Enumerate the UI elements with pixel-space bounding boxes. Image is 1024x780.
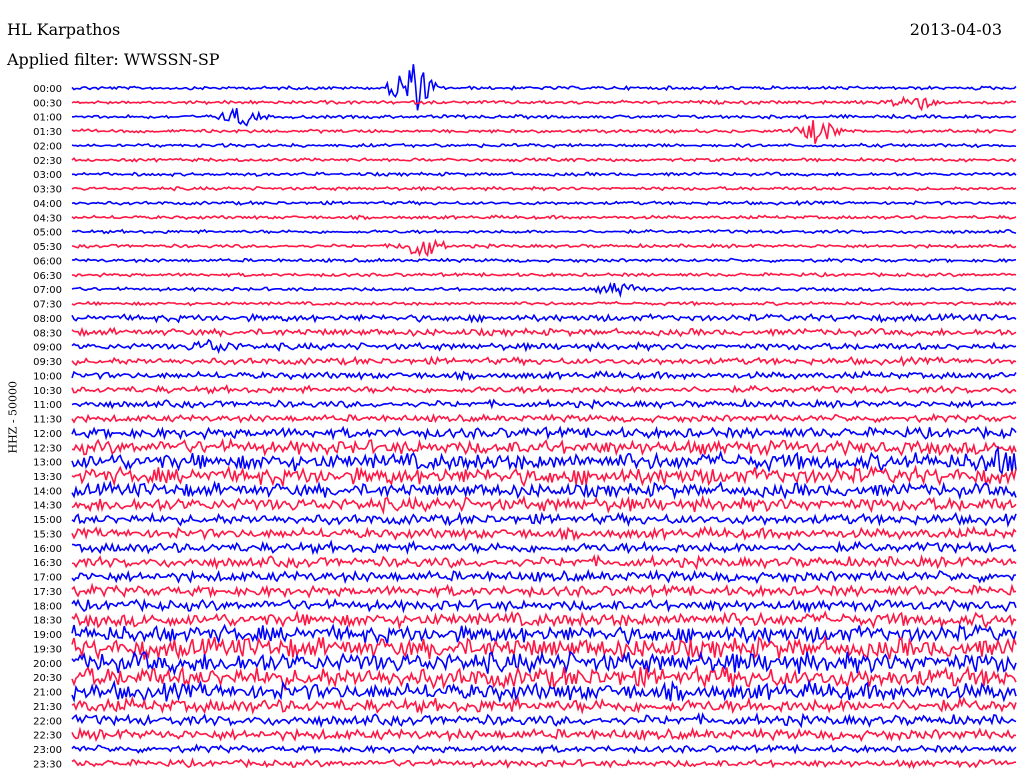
trace-line (71, 171, 1017, 178)
time-label: 21:30 (33, 702, 62, 713)
time-label: 23:00 (33, 745, 62, 756)
time-label: 12:00 (33, 429, 62, 440)
time-label: 06:00 (33, 256, 62, 267)
trace-line (71, 525, 1017, 542)
time-label: 18:30 (33, 616, 62, 627)
trace-line (71, 142, 1017, 149)
time-label: 14:30 (33, 501, 62, 512)
time-label: 04:00 (33, 199, 62, 210)
time-label: 03:30 (33, 185, 62, 196)
trace-line (71, 553, 1017, 571)
trace-line (71, 539, 1017, 556)
time-label: 18:00 (33, 601, 62, 612)
trace-line (71, 338, 1017, 355)
time-label: 03:00 (33, 170, 62, 181)
time-label: 10:00 (33, 371, 62, 382)
time-label: 06:30 (33, 271, 62, 282)
time-label: 00:30 (33, 98, 62, 109)
time-label: 13:00 (33, 458, 62, 469)
time-label: 15:00 (33, 515, 62, 526)
trace-line (71, 214, 1017, 221)
trace-line (71, 398, 1017, 410)
trace-line (71, 300, 1017, 307)
time-label: 20:00 (33, 659, 62, 670)
trace-line (71, 712, 1017, 729)
trace-line (71, 726, 1017, 743)
trace-line (71, 383, 1017, 395)
trace-line (71, 312, 1017, 324)
time-label: 22:00 (33, 716, 62, 727)
trace-line (71, 511, 1017, 528)
time-label: 17:00 (33, 573, 62, 584)
time-label: 22:30 (33, 731, 62, 742)
time-label: 09:30 (33, 357, 62, 368)
time-label: 08:30 (33, 328, 62, 339)
time-label: 19:00 (33, 630, 62, 641)
trace-line (71, 464, 1017, 488)
time-label: 20:30 (33, 673, 62, 684)
time-label: 21:00 (33, 688, 62, 699)
trace-line (71, 650, 1017, 677)
trace-line (71, 228, 1017, 235)
time-label: 11:30 (33, 415, 62, 426)
trace-line (72, 271, 1017, 278)
time-label: 02:30 (33, 156, 62, 167)
trace-line (71, 326, 1017, 338)
trace-line (71, 199, 1017, 207)
trace-line (71, 480, 1017, 501)
trace-line (71, 281, 1017, 299)
time-label: 01:30 (33, 127, 62, 138)
trace-line (71, 95, 1017, 112)
trace-line (71, 568, 1017, 585)
trace-line (71, 743, 1017, 755)
trace-line (72, 107, 1017, 127)
time-label: 04:30 (33, 213, 62, 224)
trace-line (71, 238, 1017, 258)
time-label: 00:00 (33, 84, 62, 95)
time-label: 19:30 (33, 644, 62, 655)
trace-line (71, 678, 1017, 704)
trace-line (71, 120, 1017, 144)
trace-line (71, 437, 1017, 457)
trace-line (71, 609, 1017, 631)
trace-line (71, 582, 1017, 599)
trace-line (71, 634, 1017, 662)
trace-line (71, 185, 1017, 192)
time-label: 13:30 (33, 472, 62, 483)
time-label: 11:00 (33, 400, 62, 411)
time-label: 17:30 (33, 587, 62, 598)
time-label: 16:30 (33, 558, 62, 569)
helicorder-chart: 00:00 00:30 01:00 01:30 02:00 02:30 03:00 03:30… (33, 64, 1017, 770)
trace-line (71, 156, 1017, 163)
time-label: 01:00 (33, 113, 62, 124)
trace-line (71, 425, 1017, 441)
time-label: 02:00 (33, 141, 62, 152)
time-label: 05:30 (33, 242, 62, 253)
trace-line (71, 412, 1017, 424)
trace-line (71, 257, 1017, 264)
time-label: 07:00 (33, 285, 62, 296)
time-label: 15:30 (33, 529, 62, 540)
trace-line (71, 597, 1017, 614)
time-label: 07:30 (33, 300, 62, 311)
trace-line (71, 695, 1017, 715)
time-label: 08:00 (33, 314, 62, 325)
time-label: 09:00 (33, 343, 62, 354)
time-label: 23:30 (33, 759, 62, 770)
time-label: 05:00 (33, 228, 62, 239)
trace-line (71, 355, 1017, 368)
trace-line (71, 757, 1017, 770)
trace-line (71, 370, 1017, 382)
trace-line (71, 494, 1017, 516)
time-label: 16:00 (33, 544, 62, 555)
time-label: 12:30 (33, 443, 62, 454)
time-label: 10:30 (33, 386, 62, 397)
time-label: 14:00 (33, 486, 62, 497)
